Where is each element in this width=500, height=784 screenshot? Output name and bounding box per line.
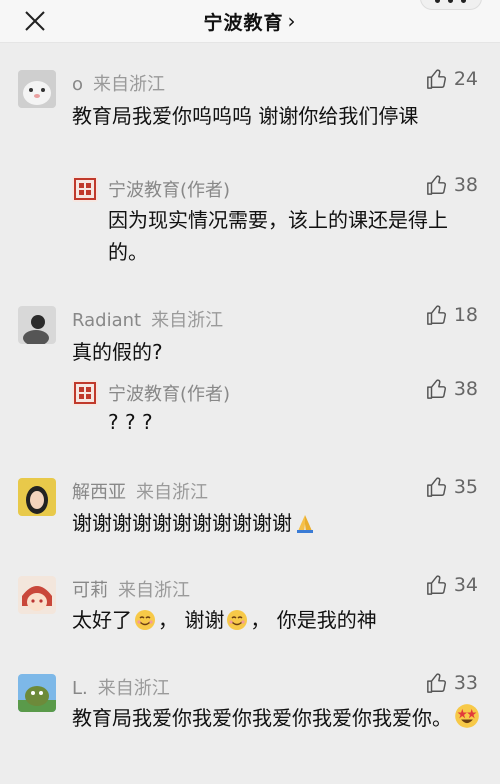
avatar[interactable] [18, 478, 56, 516]
comment-text: 真的假的? [72, 340, 163, 364]
reply-like-button[interactable]: 38 [426, 378, 478, 400]
author-avatar[interactable] [72, 380, 98, 406]
comment-text: 谢谢谢谢谢谢谢谢谢谢谢 [72, 507, 482, 539]
comment-text-part: ， 你是我的神 [250, 608, 377, 632]
comment-author[interactable]: Radiant 来自浙江 [72, 306, 223, 332]
like-count: 33 [453, 672, 478, 694]
like-count: 18 [453, 304, 478, 326]
like-count: 34 [453, 574, 478, 596]
like-button[interactable]: 33 [426, 672, 478, 694]
location: 来自浙江 [151, 310, 224, 331]
reply-author[interactable]: 宁波教育(作者) [108, 176, 230, 202]
more-menu-button[interactable] [420, 0, 482, 10]
avatar[interactable] [18, 70, 56, 108]
username[interactable]: 解西亚 [72, 482, 126, 503]
top-bar: 宁波教育 › [0, 0, 500, 43]
praying-hands-emoji [297, 515, 313, 533]
account-name: 宁波教育 [203, 11, 284, 34]
thumbs-up-icon [426, 477, 446, 497]
comment-text-part: ， 谢谢 [158, 608, 225, 632]
comment-author[interactable]: o 来自浙江 [72, 70, 165, 96]
comment-text: 太好了 ， 谢谢 ， 你是我的神 [72, 604, 482, 636]
like-button[interactable]: 34 [426, 574, 478, 596]
chevron-right-icon: › [287, 9, 297, 33]
reply-text: 因为现实情况需要，该上的课还是得上的。 [108, 208, 448, 264]
comment-text-body: 谢谢谢谢谢谢谢谢谢谢谢 [72, 511, 292, 535]
reply-author[interactable]: 宁波教育(作者) [108, 380, 230, 406]
like-button[interactable]: 18 [426, 304, 478, 326]
username[interactable]: Radiant [72, 310, 141, 331]
star-struck-emoji [455, 704, 479, 728]
like-button[interactable]: 24 [426, 68, 478, 90]
reply-text: ? ? ? [108, 410, 153, 434]
avatar[interactable] [18, 306, 56, 344]
like-count: 38 [453, 378, 478, 400]
author-avatar[interactable] [72, 176, 98, 202]
thumbs-up-icon [426, 673, 446, 693]
thumbs-up-icon [426, 305, 446, 325]
username[interactable]: L. [72, 678, 88, 699]
comment-text-part: 太好了 [72, 608, 132, 632]
location: 来自浙江 [93, 74, 166, 95]
location: 来自浙江 [97, 678, 170, 699]
reply-like-button[interactable]: 38 [426, 174, 478, 196]
comment-text: 教育局我爱你我爱你我爱你我爱你我爱你。 [72, 702, 482, 734]
like-button[interactable]: 35 [426, 476, 478, 498]
thumbs-up-icon [426, 69, 446, 89]
location: 来自浙江 [118, 580, 190, 601]
location: 来自浙江 [136, 482, 208, 503]
like-count: 35 [453, 476, 478, 498]
comment-text: 教育局我爱你呜呜呜 谢谢你给我们停课 [72, 104, 419, 128]
comment-author[interactable]: 可莉 来自浙江 [72, 576, 190, 602]
thumbs-up-icon [426, 575, 446, 595]
avatar[interactable] [18, 674, 56, 712]
smiling-face-emoji [135, 610, 155, 630]
thumbs-up-icon [426, 379, 446, 399]
comment-author[interactable]: L. 来自浙江 [72, 674, 170, 700]
like-count: 38 [453, 174, 478, 196]
like-count: 24 [453, 68, 478, 90]
comment-author[interactable]: 解西亚 来自浙江 [72, 478, 208, 504]
comment-text-body: 教育局我爱你我爱你我爱你我爱你我爱你。 [72, 706, 452, 730]
thumbs-up-icon [426, 175, 446, 195]
username[interactable]: o [72, 74, 83, 95]
avatar[interactable] [18, 576, 56, 614]
username[interactable]: 可莉 [72, 580, 108, 601]
smiling-face-emoji [227, 610, 248, 630]
